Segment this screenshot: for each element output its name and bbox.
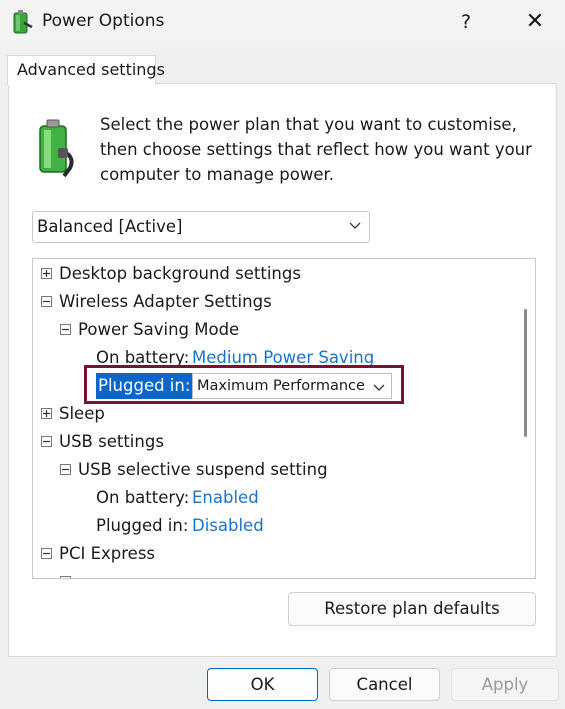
- close-icon[interactable]: ✕: [520, 7, 550, 37]
- tree-item-label: Wireless Adapter Settings: [59, 292, 272, 311]
- ok-button[interactable]: OK: [207, 668, 318, 701]
- window-title: Power Options: [42, 11, 165, 31]
- collapse-minus-icon[interactable]: [41, 548, 52, 559]
- intro-text: Select the power plan that you want to c…: [100, 115, 532, 184]
- collapse-minus-icon[interactable]: [60, 464, 71, 475]
- selected-setting-label[interactable]: Plugged in:: [96, 373, 193, 399]
- setting-label: Plugged in:: [96, 516, 189, 535]
- expand-plus-icon[interactable]: [41, 268, 52, 279]
- collapse-minus-icon[interactable]: [60, 324, 71, 335]
- tree-item-label: Sleep: [59, 404, 105, 423]
- settings-tree[interactable]: Desktop background settings Wireless Ada…: [32, 258, 536, 579]
- tab-label: Advanced settings: [17, 60, 165, 79]
- tree-scrollbar[interactable]: [518, 259, 535, 578]
- tab-advanced-settings[interactable]: Advanced settings: [7, 55, 165, 85]
- power-plan-select[interactable]: Balanced [Active]: [32, 211, 370, 243]
- expand-plus-icon[interactable]: [41, 408, 52, 419]
- collapse-minus-icon: [60, 576, 71, 578]
- collapse-minus-icon[interactable]: [41, 296, 52, 307]
- chevron-down-icon: [349, 222, 361, 229]
- collapse-minus-icon[interactable]: [41, 436, 52, 447]
- power-plan-value: Balanced [Active]: [37, 217, 183, 236]
- help-button[interactable]: ?: [452, 7, 480, 37]
- power-options-icon: [10, 9, 34, 35]
- battery-plug-icon: [30, 118, 88, 180]
- apply-button[interactable]: Apply: [451, 668, 559, 701]
- setting-value-link[interactable]: Disabled: [192, 516, 264, 535]
- tree-item-label: Desktop background settings: [59, 264, 301, 283]
- tree-item-label: Power Saving Mode: [78, 320, 240, 339]
- chevron-down-icon: [373, 384, 385, 391]
- scrollbar-thumb[interactable]: [524, 309, 527, 437]
- tree-item-label: USB selective suspend setting: [78, 460, 328, 479]
- setting-label: On battery:: [96, 488, 190, 507]
- plugged-in-mode-value: Maximum Performance: [197, 378, 365, 394]
- restore-plan-defaults-button[interactable]: Restore plan defaults: [288, 592, 536, 626]
- plugged-in-mode-select[interactable]: Maximum Performance: [192, 373, 392, 399]
- tree-item-label: PCI Express: [59, 544, 156, 563]
- cancel-button[interactable]: Cancel: [329, 668, 440, 701]
- setting-value-link[interactable]: Enabled: [192, 488, 259, 507]
- tree-item-label: USB settings: [59, 432, 164, 451]
